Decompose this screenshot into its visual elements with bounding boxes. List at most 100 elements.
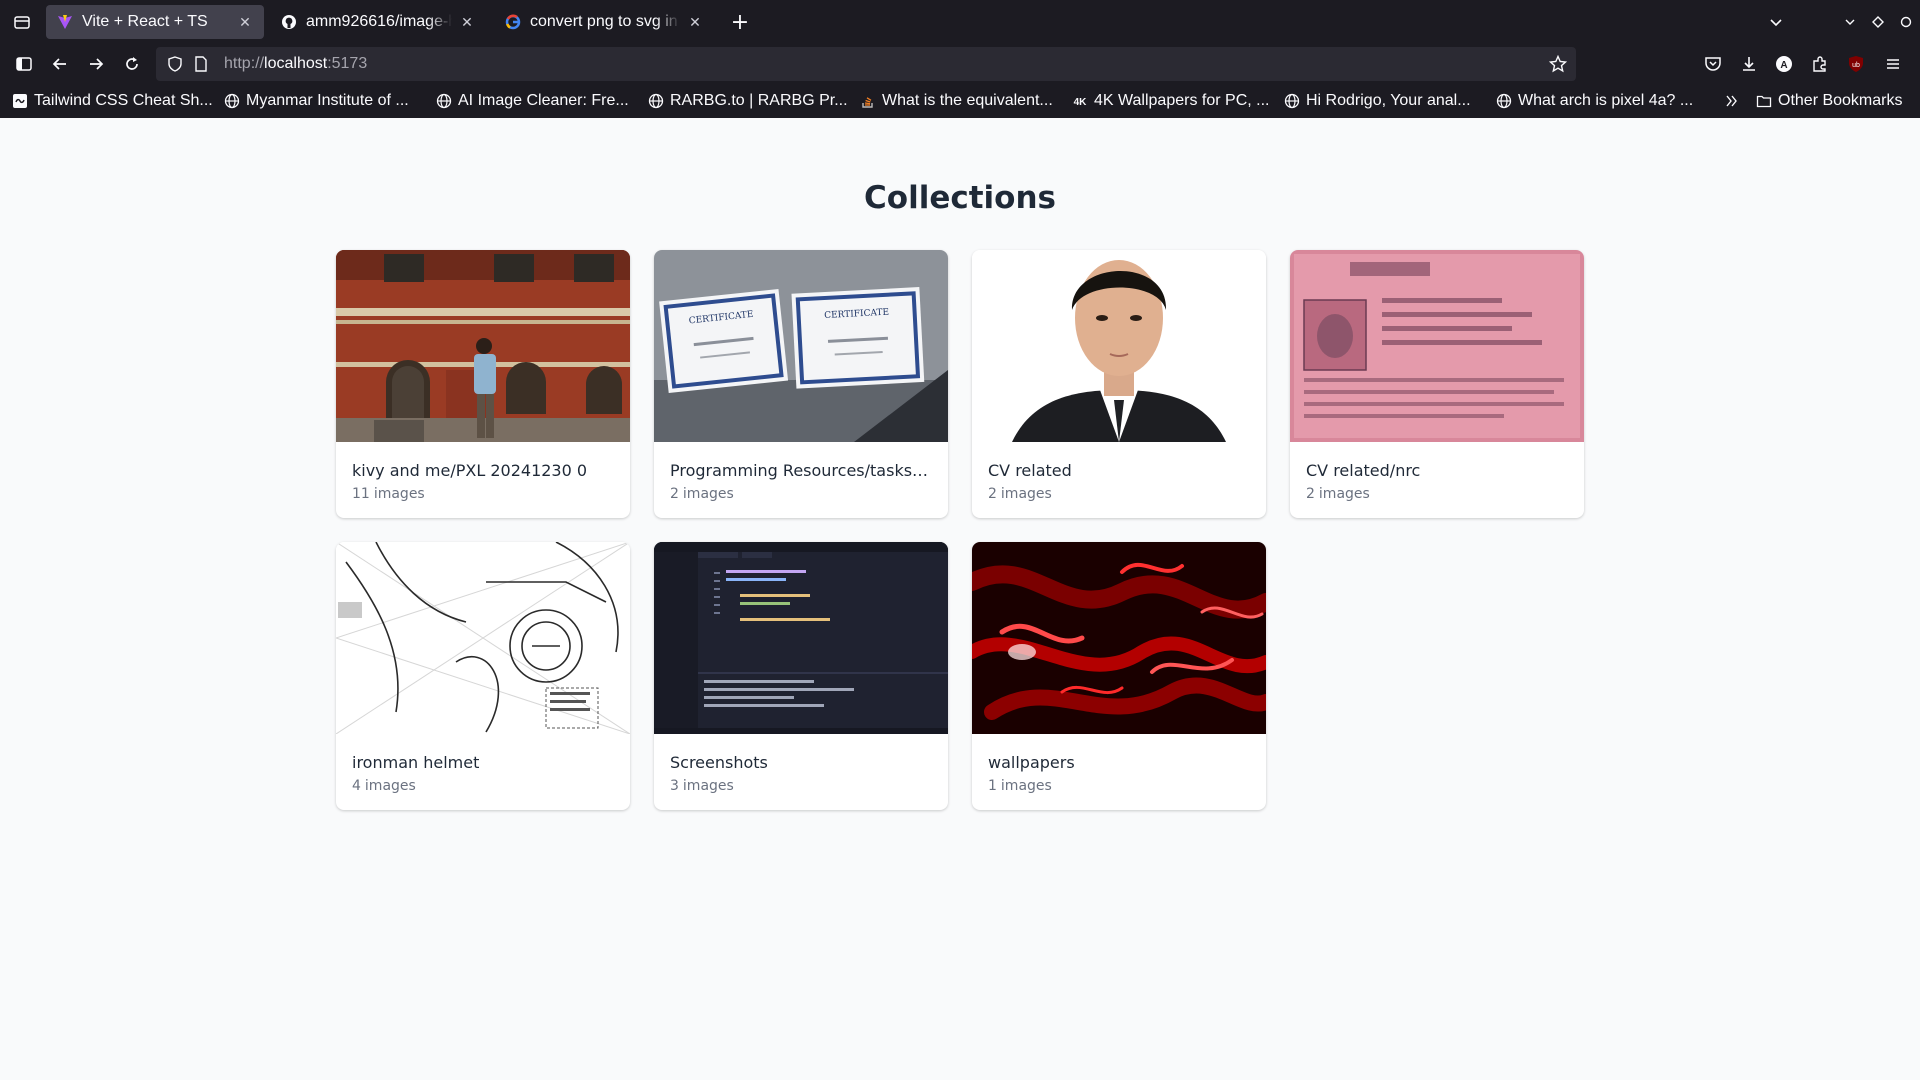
collection-image-count: 11 images [352,486,614,502]
collection-image-count: 3 images [670,778,932,794]
collection-name: CV related [988,461,1072,480]
collection-image-count: 1 images [988,778,1250,794]
bookmark-label: Tailwind CSS Cheat Sh... [34,92,213,109]
bookmark-star-icon[interactable] [1548,54,1568,74]
close-tab-icon[interactable]: ✕ [458,13,476,31]
bookmark-item[interactable]: AI Image Cleaner: Fre... [436,90,629,112]
tab-title: convert png to svg in [530,13,680,31]
forward-arrow-icon[interactable] [82,50,110,78]
bookmark-item[interactable]: RARBG.to | RARBG Pr... [648,90,848,112]
bookmark-label: Hi Rodrigo, Your anal... [1306,92,1471,109]
page-title: Collections [864,180,1056,216]
new-tab-icon[interactable]: + [728,10,752,35]
account-avatar-icon[interactable]: A [1773,53,1795,75]
collection-thumbnail [336,250,630,442]
ublock-origin-icon[interactable]: ub [1845,53,1867,75]
bookmark-label: Myanmar Institute of ... [246,92,409,109]
close-window-icon[interactable] [1896,12,1916,32]
tab-vite[interactable]: Vite + React + TS ✕ [46,5,264,39]
count-value: 3 [670,778,679,794]
count-value: 2 [988,486,997,502]
github-icon [280,13,298,31]
tab-github[interactable]: amm926616/image-h ✕ [270,5,486,39]
downloads-icon[interactable] [1738,53,1760,75]
tab-google[interactable]: convert png to svg in ✕ [494,5,714,39]
url-port: :5173 [327,55,368,72]
collection-card[interactable]: CERTIFICATE CERTIFICATE Programming Reso… [654,250,948,518]
navigation-bar: http://localhost:5173 A ub [0,44,1920,84]
collection-card[interactable]: kivy and me/PXL 20241230 0 11 images [336,250,630,518]
url-prefix: http:// [224,55,265,72]
other-bookmarks[interactable]: Other Bookmarks [1756,90,1902,112]
collection-card[interactable]: CV related/nrc 2 images [1290,250,1584,518]
tab-overflow-chevron-icon[interactable] [1766,12,1786,32]
svg-text:ub: ub [1852,62,1860,69]
count-value: 2 [670,486,679,502]
collection-image-count: 2 images [1306,486,1568,502]
bookmark-label: 4K Wallpapers for PC, ... [1094,92,1270,109]
bookmarks-toolbar: Tailwind CSS Cheat Sh... Myanmar Institu… [0,84,1920,118]
menu-hamburger-icon[interactable] [1882,53,1904,75]
bookmark-item[interactable]: What arch is pixel 4a? ... [1496,90,1693,112]
bookmark-label: What is the equivalent... [882,92,1053,109]
bookmark-item[interactable]: Hi Rodrigo, Your anal... [1284,90,1471,112]
address-bar[interactable]: http://localhost:5173 [156,47,1576,81]
count-suffix: images [373,486,425,502]
extensions-puzzle-icon[interactable] [1809,53,1831,75]
globe-icon [648,93,664,109]
collection-thumbnail [654,542,948,734]
collection-card[interactable]: ironman helmet 4 images [336,542,630,810]
collections-grid: kivy and me/PXL 20241230 0 11 images CERT… [336,250,1584,810]
collection-card[interactable]: CV related 2 images [972,250,1266,518]
count-suffix: images [1000,486,1052,502]
collection-image-count: 2 images [670,486,932,502]
folder-icon [1756,93,1772,109]
tab-list-icon[interactable] [8,8,36,36]
minimize-icon[interactable] [1840,12,1860,32]
bookmark-label: RARBG.to | RARBG Pr... [670,92,848,109]
bookmark-item[interactable]: 4K 4K Wallpapers for PC, ... [1072,90,1270,112]
tracking-protection-shield-icon[interactable] [166,55,184,73]
collection-card[interactable]: wallpapers 1 images [972,542,1266,810]
count-value: 1 [988,778,997,794]
count-value: 11 [352,486,370,502]
other-bookmarks-label: Other Bookmarks [1778,92,1903,109]
globe-icon [224,93,240,109]
collection-image-count: 2 images [988,486,1250,502]
collection-thumbnail [972,542,1266,734]
sidebar-toggle-icon[interactable] [10,50,38,78]
collection-thumbnail [1290,250,1584,442]
url-text[interactable]: http://localhost:5173 [224,55,367,73]
collection-name: Programming Resources/tasks o... [670,461,932,480]
count-suffix: images [1000,778,1052,794]
page-info-icon[interactable] [192,55,210,73]
globe-icon [1284,93,1300,109]
bookmark-label: What arch is pixel 4a? ... [1518,92,1694,109]
tab-strip: Vite + React + TS ✕ amm926616/image-h ✕ … [0,0,1920,44]
back-arrow-icon[interactable] [46,50,74,78]
tab-title: amm926616/image-h [306,13,452,31]
collection-card[interactable]: Screenshots 3 images [654,542,948,810]
maximize-icon[interactable] [1868,12,1888,32]
page-content: Collections kivy and me/PXL 20241230 0 1… [0,118,1920,1080]
bookmark-item[interactable]: Tailwind CSS Cheat Sh... [12,90,213,112]
collection-name: wallpapers [988,753,1075,772]
svg-text:4K: 4K [1074,97,1088,108]
pocket-icon[interactable] [1702,53,1724,75]
bookmark-item[interactable]: What is the equivalent... [860,90,1053,112]
collection-name: Screenshots [670,753,768,772]
vite-icon [56,13,74,31]
globe-icon [436,93,452,109]
reload-icon[interactable] [118,50,146,78]
count-suffix: images [682,778,734,794]
collection-image-count: 4 images [352,778,614,794]
bookmarks-overflow-chevron-icon[interactable] [1724,90,1740,112]
count-suffix: images [364,778,416,794]
bookmark-item[interactable]: Myanmar Institute of ... [224,90,409,112]
collection-name: ironman helmet [352,753,480,772]
count-value: 4 [352,778,361,794]
collection-name: CV related/nrc [1306,461,1421,480]
close-tab-icon[interactable]: ✕ [686,13,704,31]
close-tab-icon[interactable]: ✕ [236,13,254,31]
count-suffix: images [682,486,734,502]
